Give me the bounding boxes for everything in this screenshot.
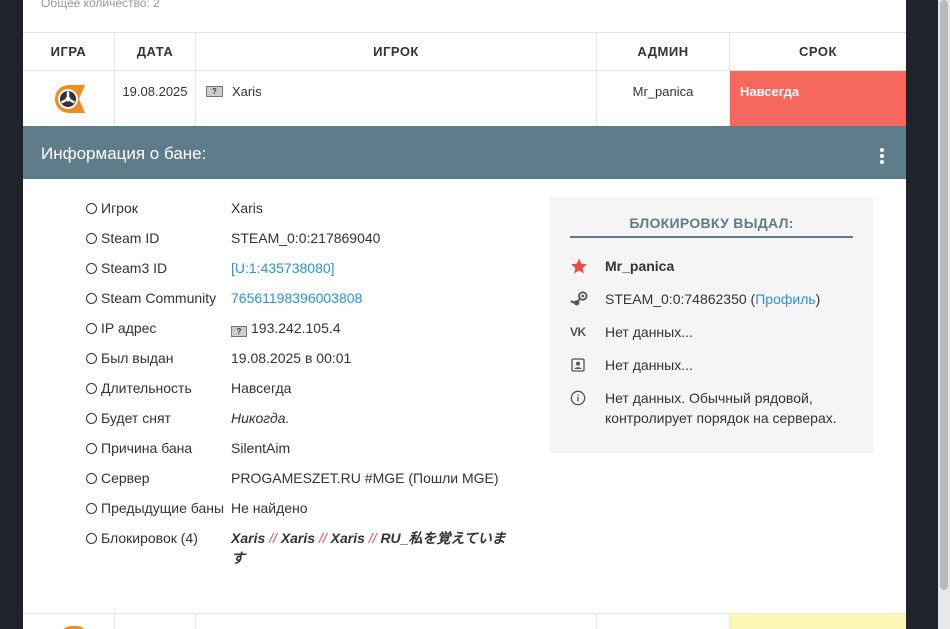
header-game: ИГРА [23,33,115,70]
circle-icon [86,383,97,394]
table-header: ИГРА ДАТА ИГРОК АДМИН СРОК [23,32,906,71]
header-player: ИГРОК [196,33,597,70]
cell-admin: Mr_panica [597,71,730,126]
circle-icon [86,503,97,514]
ban-info-title: Информация о бане: [41,144,207,163]
scrollbar[interactable] [938,0,950,629]
steam-icon [570,291,588,306]
steam3-link[interactable]: [U:1:435738080] [231,258,506,278]
admin-steam-row: STEAM_0:0:74862350 (Профиль) [570,289,855,309]
detail-locks: Блокировок (4) Xaris // Xaris // Xaris /… [86,528,506,568]
header-term: СРОК [799,44,837,59]
detail-steam-community: Steam Community 76561198396003808 [86,288,506,308]
admin-name: Mr_panica [605,258,675,274]
flag-icon: ? [231,326,247,337]
game-icon [55,85,85,113]
admin-contact-row: Нет данных... [570,355,855,375]
ban-details: Игрок Xaris Steam ID STEAM_0:0:217869040… [86,198,506,578]
admin-box-title: БЛОКИРОВКУ ВЫДАЛ: [570,215,853,238]
profile-link[interactable]: Профиль [755,291,815,307]
cell-term: Навсегда [730,71,906,126]
circle-icon [86,233,97,244]
circle-icon [86,443,97,454]
detail-steam-id: Steam ID STEAM_0:0:217869040 [86,228,506,248]
detail-previous-bans: Предыдущие баны Не найдено [86,498,506,518]
circle-icon [86,293,97,304]
circle-icon [86,473,97,484]
circle-icon [86,323,97,334]
detail-issued: Был выдан 19.08.2025 в 00:01 [86,348,506,368]
detail-player: Игрок Xaris [86,198,506,218]
detail-server: Сервер PROGAMESZET.RU #MGE (Пошли MGE) [86,468,506,488]
flag-icon: ? [206,86,223,97]
table-row[interactable] [23,613,906,629]
steam-community-link[interactable]: 76561198396003808 [231,288,506,308]
contact-icon [571,358,585,372]
cell-game [23,71,115,126]
table-row[interactable]: 19.08.2025 ? Xaris Mr_panica Навсегда [23,71,906,126]
circle-icon [86,353,97,364]
detail-ip: IP адрес ? 193.242.105.4 [86,318,506,338]
cell-player: ? Xaris [196,71,597,126]
vk-icon: VK [570,325,586,339]
circle-icon [86,533,97,544]
bans-card: Общее количество: 2 ИГРА ДАТА ИГРОК АДМИ… [23,0,906,629]
detail-unban: Будет снят Никогда. [86,408,506,428]
more-vert-icon[interactable] [880,148,884,166]
total-count: Общее количество: 2 [41,0,160,10]
scrollbar-thumb[interactable] [940,0,948,590]
admin-vk-row: VK Нет данных... [570,324,693,340]
info-icon [570,390,586,406]
cell-date: 19.08.2025 [115,71,196,126]
admin-box: БЛОКИРОВКУ ВЫДАЛ: Mr_panica STEAM_0:0:74… [550,197,873,453]
admin-about-row: Нет данных. Обычный рядовой, контролируе… [570,388,855,428]
circle-icon [86,413,97,424]
circle-icon [86,263,97,274]
player-name: Xaris [232,84,262,99]
header-date: ДАТА [115,33,196,70]
ban-info-bar: Информация о бане: [23,126,906,179]
detail-steam3-id: Steam3 ID [U:1:435738080] [86,258,506,278]
header-admin: АДМИН [597,33,730,70]
star-icon [571,258,587,274]
detail-reason: Причина бана SilentAim [86,438,506,458]
lock-names: Xaris // Xaris // Xaris // RU_私を覚えています [231,530,506,566]
admin-name-row: Mr_panica [570,256,855,276]
circle-icon [86,203,97,214]
detail-duration: Длительность Навсегда [86,378,506,398]
